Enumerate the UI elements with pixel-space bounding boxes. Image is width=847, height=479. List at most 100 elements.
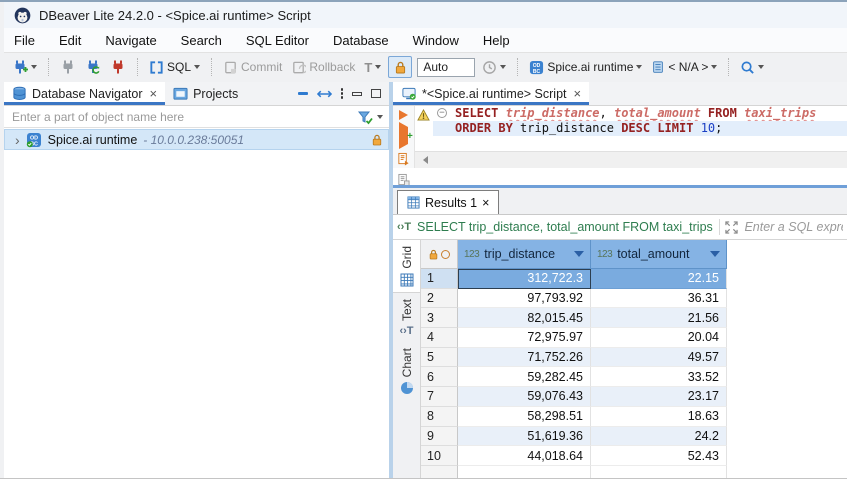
close-icon[interactable]: ×: [149, 86, 157, 101]
cell-trip-distance[interactable]: 51,619.36: [458, 427, 591, 447]
tab-database-navigator[interactable]: Database Navigator ×: [4, 82, 165, 105]
row-number[interactable]: 9: [421, 427, 458, 447]
view-menu-icon[interactable]: [341, 88, 344, 99]
row-number[interactable]: 2: [421, 289, 458, 309]
table-row[interactable]: 10 44,018.64 52.43: [421, 446, 847, 466]
tab-sql-script[interactable]: *<Spice.ai runtime> Script ×: [393, 82, 589, 105]
row-number[interactable]: 7: [421, 387, 458, 407]
cell-total-amount[interactable]: 18.63: [591, 407, 727, 427]
rollback-button[interactable]: Rollback: [289, 58, 357, 77]
menu-edit[interactable]: Edit: [59, 33, 81, 48]
cell-trip-distance[interactable]: 82,015.45: [458, 308, 591, 328]
cell-trip-distance[interactable]: 58,298.51: [458, 407, 591, 427]
close-icon[interactable]: ×: [482, 196, 489, 210]
cell-total-amount[interactable]: 49.57: [591, 348, 727, 368]
menu-database[interactable]: Database: [333, 33, 389, 48]
table-row[interactable]: 4 72,975.97 20.04: [421, 328, 847, 348]
menu-search[interactable]: Search: [181, 33, 222, 48]
search-button[interactable]: [738, 58, 766, 77]
link-editor-icon[interactable]: [317, 89, 332, 99]
column-header-trip-distance[interactable]: 123 trip_distance: [458, 240, 591, 269]
sort-desc-icon[interactable]: [710, 251, 720, 257]
cell-total-amount[interactable]: 52.43: [591, 446, 727, 466]
cell-trip-distance[interactable]: 312,722.3: [458, 269, 591, 289]
transaction-mode-button[interactable]: T: [362, 58, 383, 77]
cell-trip-distance[interactable]: 97,793.92: [458, 289, 591, 309]
reconnect-button[interactable]: [83, 57, 103, 77]
table-row[interactable]: 3 82,015.45 21.56: [421, 308, 847, 328]
sql-editor-caret[interactable]: [194, 65, 200, 69]
active-connection-selector[interactable]: ODBC Spice.ai runtime: [527, 58, 644, 77]
search-caret[interactable]: [758, 65, 764, 69]
row-number[interactable]: 1: [421, 269, 458, 289]
expand-filter-icon[interactable]: [725, 221, 738, 234]
menu-file[interactable]: File: [14, 33, 35, 48]
maximize-view-icon[interactable]: [371, 89, 381, 98]
cell-total-amount[interactable]: 36.31: [591, 289, 727, 309]
table-row[interactable]: 1 312,722.3 22.15: [421, 269, 847, 289]
editor-horizontal-scrollbar[interactable]: [415, 151, 847, 168]
cell-trip-distance[interactable]: 71,752.26: [458, 348, 591, 368]
row-number[interactable]: 8: [421, 407, 458, 427]
collapse-all-icon[interactable]: [298, 92, 308, 95]
filter-funnel-icon[interactable]: [357, 109, 373, 125]
filter-caret[interactable]: [377, 115, 383, 119]
commit-button[interactable]: Commit: [221, 58, 284, 77]
row-number[interactable]: 10: [421, 446, 458, 466]
row-number[interactable]: 5: [421, 348, 458, 368]
active-schema-caret[interactable]: [711, 65, 717, 69]
cell-trip-distance[interactable]: 59,282.45: [458, 367, 591, 387]
table-row[interactable]: 8 58,298.51 18.63: [421, 407, 847, 427]
transaction-log-button[interactable]: [480, 58, 508, 77]
transaction-mode-caret[interactable]: [375, 65, 381, 69]
table-row[interactable]: 6 59,282.45 33.52: [421, 367, 847, 387]
object-filter-input[interactable]: [12, 110, 357, 124]
fold-collapse-icon[interactable]: −: [437, 108, 447, 118]
cell-trip-distance[interactable]: 72,975.97: [458, 328, 591, 348]
expander-chevron-icon[interactable]: ›: [15, 135, 20, 145]
cell-trip-distance[interactable]: 44,018.64: [458, 446, 591, 466]
transaction-log-caret[interactable]: [500, 65, 506, 69]
cell-total-amount[interactable]: 22.15: [591, 269, 727, 289]
table-row[interactable]: 2 97,793.92 36.31: [421, 289, 847, 309]
row-number[interactable]: 3: [421, 308, 458, 328]
disconnect-button[interactable]: [108, 57, 128, 77]
menu-help[interactable]: Help: [483, 33, 510, 48]
new-connection-caret[interactable]: [31, 65, 37, 69]
row-number[interactable]: 4: [421, 328, 458, 348]
menu-navigate[interactable]: Navigate: [105, 33, 156, 48]
scroll-left-icon[interactable]: [423, 156, 428, 164]
cell-trip-distance[interactable]: 59,076.43: [458, 387, 591, 407]
commit-mode-combo[interactable]: Auto: [417, 58, 475, 77]
new-connection-button[interactable]: [10, 57, 39, 77]
connection-tree-item[interactable]: › ODBC Spice.ai runtime - 10.0.0.238:500…: [4, 129, 389, 150]
cell-total-amount[interactable]: 21.56: [591, 308, 727, 328]
cell-total-amount[interactable]: 33.52: [591, 367, 727, 387]
minimize-view-icon[interactable]: [352, 92, 362, 96]
tab-results-1[interactable]: Results 1 ×: [397, 190, 499, 214]
menu-sql-editor[interactable]: SQL Editor: [246, 33, 309, 48]
table-row[interactable]: 5 71,752.26 49.57: [421, 348, 847, 368]
table-row[interactable]: 7 59,076.43 23.17: [421, 387, 847, 407]
results-filter-input[interactable]: Enter a SQL expression to: [744, 220, 843, 234]
tab-grid[interactable]: Grid: [393, 240, 420, 293]
cell-total-amount[interactable]: 20.04: [591, 328, 727, 348]
tab-projects[interactable]: Projects: [165, 82, 246, 105]
active-connection-caret[interactable]: [636, 65, 642, 69]
tab-text[interactable]: Text ‹›T: [393, 293, 420, 342]
menu-window[interactable]: Window: [413, 33, 459, 48]
execute-statement-icon[interactable]: [399, 110, 408, 120]
autocommit-lock-toggle[interactable]: [388, 56, 412, 78]
table-row[interactable]: 9 51,619.36 24.2: [421, 427, 847, 447]
tab-chart[interactable]: Chart: [393, 342, 420, 400]
execute-new-tab-icon[interactable]: +: [399, 127, 408, 145]
connect-button[interactable]: [58, 57, 78, 77]
sql-editor-button[interactable]: SQL: [147, 58, 202, 77]
sort-desc-icon[interactable]: [574, 251, 584, 257]
close-icon[interactable]: ×: [574, 86, 582, 101]
cell-total-amount[interactable]: 23.17: [591, 387, 727, 407]
active-schema-selector[interactable]: < N/A >: [649, 58, 719, 76]
grid-corner-cell[interactable]: [421, 240, 458, 269]
column-header-total-amount[interactable]: 123 total_amount: [591, 240, 727, 269]
cell-total-amount[interactable]: 24.2: [591, 427, 727, 447]
